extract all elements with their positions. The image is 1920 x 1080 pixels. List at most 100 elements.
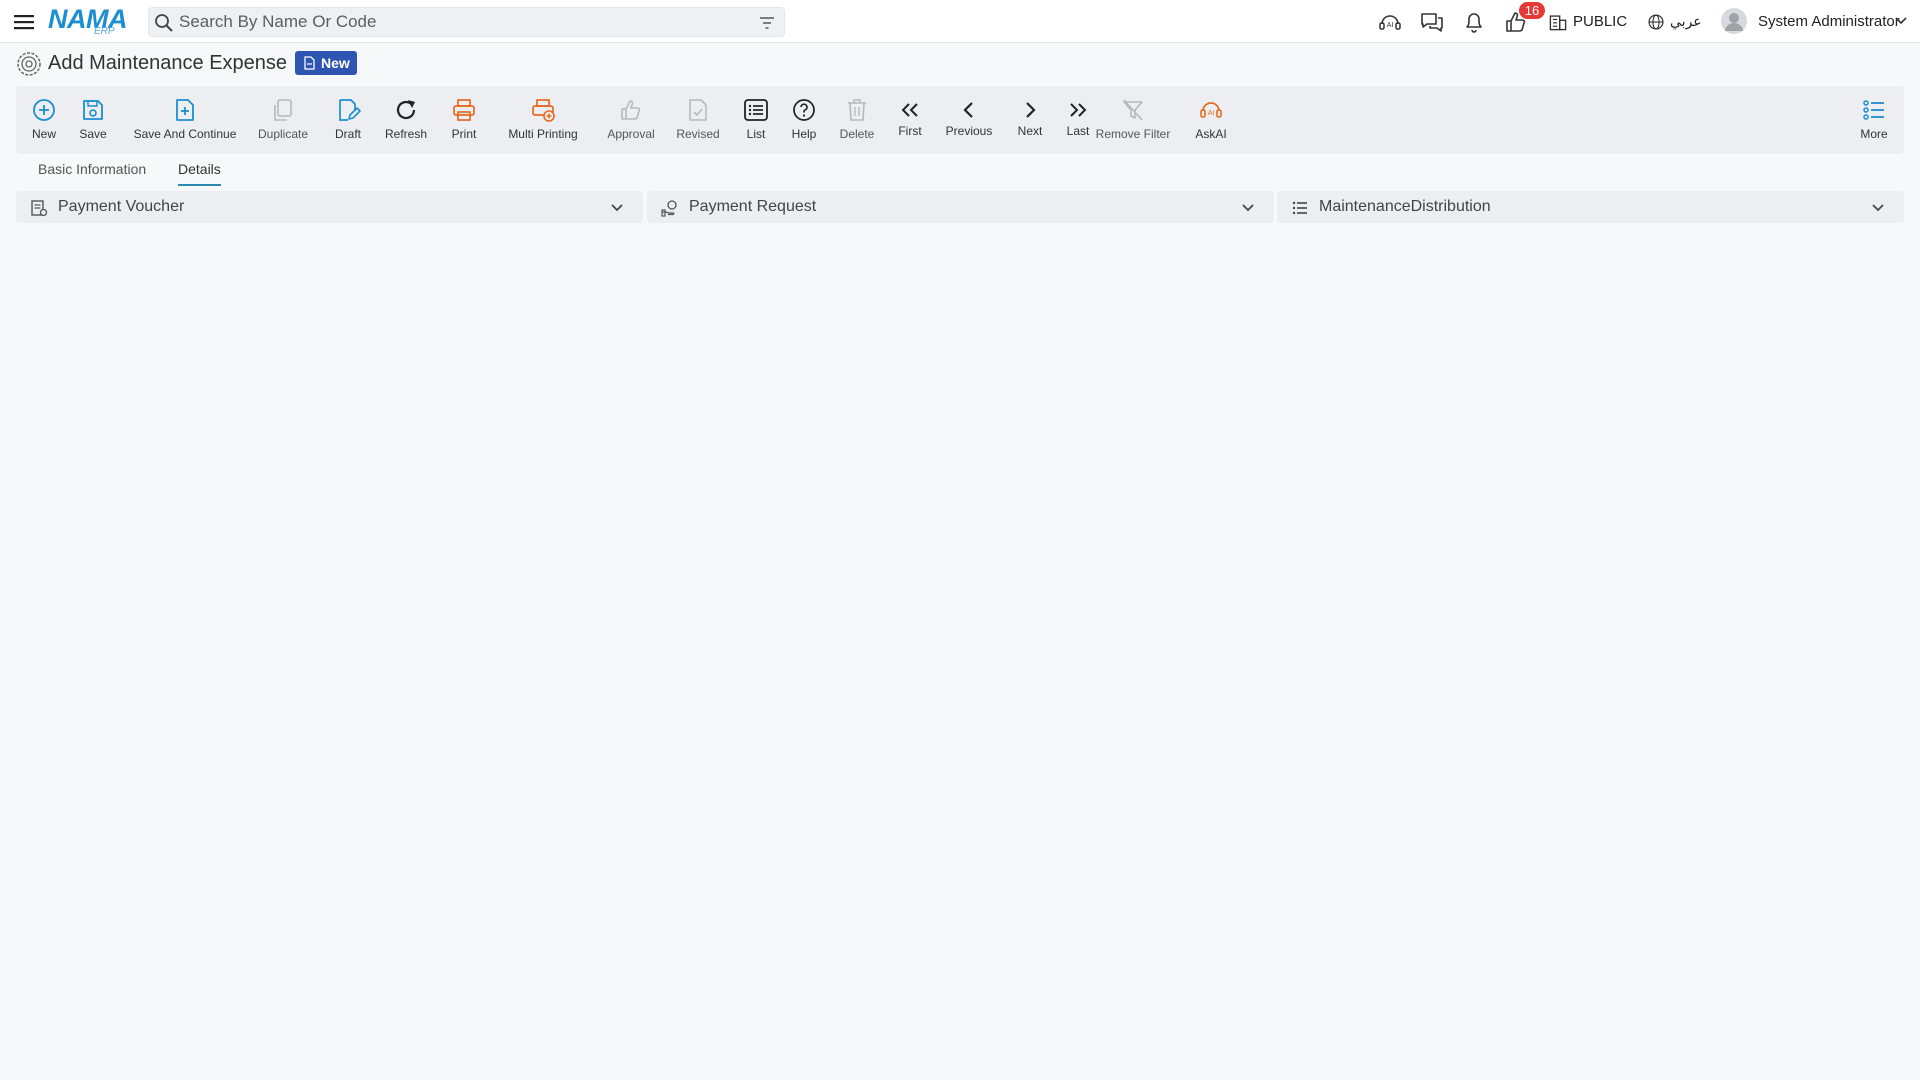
draft-button-label: Draft	[334, 127, 361, 141]
save-icon	[83, 100, 103, 120]
status-badge-label: New	[321, 55, 350, 71]
chevron-down-icon[interactable]	[1894, 14, 1908, 28]
more-list-icon	[1863, 100, 1884, 120]
help-button[interactable]: Help	[780, 86, 828, 154]
more-button[interactable]: More	[1854, 86, 1894, 154]
refresh-button-label: Refresh	[384, 127, 428, 141]
search-input[interactable]	[179, 8, 749, 36]
maintenance-icon	[17, 52, 41, 76]
double-chevron-left-icon	[901, 103, 918, 117]
avatar[interactable]	[1720, 7, 1748, 35]
chevron-right-icon	[1026, 102, 1036, 118]
chevron-down-icon	[611, 204, 623, 212]
list-icon	[744, 99, 768, 121]
help-button-label: Help	[791, 127, 817, 141]
draft-button[interactable]: Draft	[328, 86, 368, 154]
global-search	[148, 7, 785, 37]
duplicate-button-label: Duplicate	[257, 127, 309, 141]
print-button[interactable]: Print	[444, 86, 484, 154]
print-icon	[453, 99, 475, 121]
tab-details[interactable]: Details	[178, 161, 221, 186]
delete-button-label: Delete	[839, 127, 875, 141]
print-button-label: Print	[451, 127, 477, 141]
voucher-icon	[31, 200, 48, 217]
bell-icon[interactable]	[1461, 9, 1487, 35]
list-button[interactable]: List	[732, 86, 780, 154]
save-and-continue-label: Save And Continue	[133, 127, 237, 141]
chat-icon[interactable]	[1419, 9, 1445, 35]
remove-filter-icon	[1123, 99, 1143, 121]
tab-basic-information[interactable]: Basic Information	[38, 161, 146, 184]
multi-printing-button[interactable]: Multi Printing	[494, 86, 592, 154]
ai-assistant-icon[interactable]: AI	[1377, 9, 1403, 35]
plus-circle-icon	[33, 99, 55, 121]
globe-icon	[1648, 14, 1664, 30]
hamburger-menu-icon[interactable]	[12, 10, 36, 34]
top-bar: NAMA ERP AI 16 PUBLIC	[0, 0, 1920, 43]
user-name[interactable]: System Administrator	[1758, 13, 1900, 30]
new-button[interactable]: New	[26, 86, 62, 154]
logo-subtext: ERP	[94, 26, 115, 37]
revised-button[interactable]: Revised	[667, 86, 729, 154]
panel-payment-voucher[interactable]: Payment Voucher	[16, 191, 643, 223]
remove-filter-button[interactable]: Remove Filter	[1093, 86, 1173, 154]
panel-payment-request[interactable]: Payment Request	[647, 191, 1274, 223]
duplicate-button[interactable]: Duplicate	[255, 86, 311, 154]
trash-icon	[848, 99, 866, 121]
approval-button-label: Approval	[607, 127, 655, 141]
building-icon	[1549, 15, 1567, 31]
new-button-label: New	[31, 127, 56, 141]
thumbs-up-icon	[621, 100, 641, 120]
list-button-label: List	[746, 127, 766, 141]
page-title: Add Maintenance Expense	[48, 52, 288, 74]
svg-text:AI: AI	[1387, 22, 1394, 29]
filter-icon[interactable]	[758, 14, 776, 32]
ai-assistant-icon: AI	[1200, 102, 1222, 118]
revised-button-label: Revised	[676, 127, 720, 141]
branch-selector[interactable]: PUBLIC	[1573, 13, 1627, 30]
first-button-label: First	[898, 124, 922, 138]
language-switch[interactable]: عربي	[1670, 13, 1702, 30]
first-button[interactable]: First	[888, 86, 932, 154]
svg-text:AI: AI	[1208, 110, 1215, 117]
save-button-label: Save	[79, 127, 107, 141]
search-icon	[155, 14, 173, 32]
duplicate-icon	[274, 99, 292, 121]
panel-payment-voucher-label: Payment Voucher	[58, 198, 185, 215]
multi-printing-button-label: Multi Printing	[508, 127, 578, 141]
help-icon	[793, 99, 815, 121]
ask-ai-button-label: AskAI	[1195, 127, 1227, 141]
previous-button-label: Previous	[945, 124, 993, 138]
draft-icon	[339, 99, 361, 121]
previous-button[interactable]: Previous	[938, 86, 1000, 154]
save-continue-icon	[176, 99, 194, 121]
panel-maintenance-distribution-label: MaintenanceDistribution	[1319, 198, 1491, 215]
approval-button[interactable]: Approval	[596, 86, 666, 154]
chevron-left-icon	[963, 102, 973, 118]
refresh-button[interactable]: Refresh	[381, 86, 431, 154]
chevron-down-icon	[1872, 204, 1884, 212]
logo-text: NAMA	[48, 4, 128, 34]
panel-payment-request-label: Payment Request	[689, 198, 817, 215]
app-logo[interactable]: NAMA ERP	[48, 4, 132, 38]
next-button[interactable]: Next	[1008, 86, 1052, 154]
remove-filter-button-label: Remove Filter	[1095, 127, 1171, 141]
refresh-icon	[396, 100, 416, 120]
status-badge: New	[295, 51, 357, 75]
payment-request-icon	[661, 200, 677, 217]
revised-icon	[689, 99, 707, 121]
document-icon	[304, 56, 315, 70]
list-icon	[1292, 201, 1307, 215]
notification-badge: 16	[1519, 2, 1545, 19]
next-button-label: Next	[1017, 124, 1043, 138]
more-button-label: More	[1860, 127, 1888, 141]
save-and-continue-button[interactable]: Save And Continue	[130, 86, 240, 154]
panel-maintenance-distribution[interactable]: MaintenanceDistribution	[1277, 191, 1904, 223]
ask-ai-button[interactable]: AI AskAI	[1186, 86, 1236, 154]
save-button[interactable]: Save	[75, 86, 111, 154]
chevron-down-icon	[1242, 204, 1254, 212]
multi-print-icon	[532, 99, 555, 122]
double-chevron-right-icon	[1070, 103, 1087, 117]
delete-button[interactable]: Delete	[831, 86, 883, 154]
action-toolbar: New Save Save And Continue Duplicate Dra…	[16, 86, 1904, 154]
